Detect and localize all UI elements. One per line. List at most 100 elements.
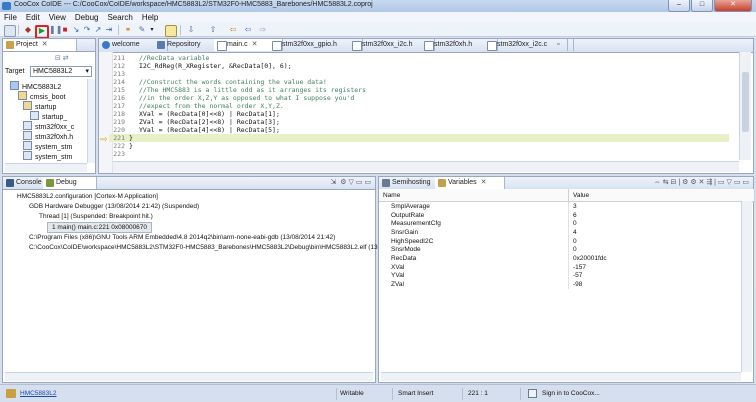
collapse-all-icon[interactable]: ⊟ ⇄: [55, 54, 69, 62]
line-number: 212: [113, 62, 125, 70]
prev-annotation-icon[interactable]: ⇧: [208, 25, 218, 35]
variable-value[interactable]: 0: [568, 219, 755, 229]
variable-name: OutputRate: [379, 210, 569, 220]
variable-row[interactable]: ZVal -98: [379, 280, 755, 289]
step-into-icon[interactable]: ↘: [71, 25, 81, 35]
sign-in-link[interactable]: Sign in to CooCox...: [542, 390, 600, 397]
close-icon[interactable]: ✕: [42, 41, 48, 48]
variable-value[interactable]: -98: [568, 280, 755, 289]
folder-icon: [10, 81, 19, 90]
vertical-scrollbar[interactable]: [741, 201, 752, 372]
overflow-icon: ▫: [557, 41, 560, 48]
build-icon[interactable]: ✎: [137, 25, 147, 35]
variable-row[interactable]: OutputRate 6: [379, 210, 755, 220]
tab-debug[interactable]: Debug: [43, 177, 97, 189]
variable-row[interactable]: XVal -157: [379, 262, 755, 272]
link-icon[interactable]: ⚭: [123, 25, 133, 35]
variable-row[interactable]: SnsrMode 0: [379, 245, 755, 255]
variable-value[interactable]: -57: [568, 271, 755, 281]
debug-tree-item[interactable]: Thread [1] (Suspended: Breakpoint hit.): [39, 212, 153, 221]
sign-in-icon: [528, 389, 537, 398]
debug-perspective-icon[interactable]: [4, 25, 16, 37]
variable-row[interactable]: MeasurementCfg 0: [379, 219, 755, 229]
close-icon[interactable]: ✕: [252, 41, 258, 48]
last-edit-icon[interactable]: ⇦: [228, 25, 238, 35]
variable-row[interactable]: RecData 0x20001fdc: [379, 254, 755, 263]
stop-icon[interactable]: ■: [60, 25, 70, 35]
variable-value[interactable]: 0x20001fdc: [568, 254, 755, 263]
forward-icon[interactable]: ⇨: [258, 25, 268, 35]
vertical-scrollbar[interactable]: [87, 79, 95, 163]
variable-name: SnsrGain: [379, 228, 569, 237]
debug-tree-item[interactable]: HMC5883L2.configuration [Cortex-M Applic…: [17, 192, 158, 201]
code-line: 214 //Construct the words containing the …: [109, 78, 729, 86]
debug-tree-item[interactable]: C:\CooCox\CoIDE\workspace\HMC5883L2\STM3…: [29, 243, 378, 252]
horizontal-scrollbar[interactable]: [5, 163, 87, 172]
column-header-value[interactable]: Value: [568, 189, 755, 202]
variable-value[interactable]: 6: [568, 210, 755, 220]
menu-search[interactable]: Search: [107, 12, 132, 23]
variable-row[interactable]: SmplAverage 3: [379, 201, 755, 211]
debug-tree-item[interactable]: GDB Hardware Debugger (13/08/2014 21:42)…: [29, 202, 199, 211]
chevron-down-icon: ▾: [85, 68, 89, 75]
horizontal-scrollbar[interactable]: [381, 372, 741, 381]
tab-project[interactable]: Project ✕: [3, 39, 77, 51]
project-status-icon: [6, 389, 16, 398]
tab-overflow[interactable]: ▫: [554, 39, 574, 51]
variable-value[interactable]: -157: [568, 262, 755, 272]
menu-view[interactable]: View: [49, 12, 66, 23]
pause-icon[interactable]: ❚❚: [49, 25, 62, 35]
c-file-icon: [487, 41, 497, 51]
variable-row[interactable]: SnsrGain 4: [379, 228, 755, 237]
close-icon[interactable]: ✕: [481, 179, 487, 186]
h-file-icon: [272, 41, 282, 51]
code-line: 218 XVal = (RecData[0]<<8) | RecData[1];: [109, 110, 729, 118]
step-over-icon[interactable]: ↷: [82, 25, 92, 35]
debug-toolbar: ◆ ▶ ❚❚ ■ ↘ ↷ ↗ ⇥ ⚭ ✎ ▾ ⇩ ⇧ ⇦ ⇦ ⇨: [0, 23, 756, 39]
variable-row[interactable]: HighSpeedI2C 0: [379, 236, 755, 246]
view-toolbar-icons[interactable]: ⇔ ⇆ ⊟ | ⚙ ⚙ ✕ ⇶ | ▭ ▽ ▭ ▭: [654, 177, 749, 189]
close-button[interactable]: ✕: [714, 0, 752, 12]
run-icon[interactable]: ▶: [35, 25, 49, 39]
folder-icon: [18, 91, 27, 100]
menu-edit[interactable]: Edit: [26, 12, 40, 23]
menu-help[interactable]: Help: [142, 12, 158, 23]
variables-panel: Semihosting Variables ✕ ⇔ ⇆ ⊟ | ⚙ ⚙ ✕ ⇶ |…: [378, 176, 755, 383]
next-annotation-icon[interactable]: ⇩: [186, 25, 196, 35]
variable-value[interactable]: 0: [568, 245, 755, 255]
tab-variables[interactable]: Variables ✕: [435, 177, 505, 189]
app-icon: [2, 2, 11, 10]
terminal-icon[interactable]: [165, 25, 177, 37]
scrollbar-thumb[interactable]: [742, 72, 749, 132]
menu-debug[interactable]: Debug: [75, 12, 99, 23]
target-select[interactable]: HMC5883L2 ▾: [30, 66, 92, 77]
tree-item-file[interactable]: system_stm: [23, 151, 72, 162]
variable-value[interactable]: 4: [568, 228, 755, 237]
variable-value[interactable]: 3: [568, 201, 755, 211]
back-icon[interactable]: ⇦: [243, 25, 253, 35]
minimize-button[interactable]: –: [668, 0, 690, 12]
editor-horizontal-scrollbar[interactable]: [113, 161, 739, 172]
menu-file[interactable]: File: [4, 12, 17, 23]
run-to-line-icon[interactable]: ⇥: [104, 25, 114, 35]
line-number: 211: [113, 54, 125, 62]
maximize-button[interactable]: □: [691, 0, 713, 12]
project-icon: [6, 41, 14, 49]
variables-table: Name Value SmplAverage 3 OutputRate 6 Measur…: [379, 189, 755, 289]
editor-vertical-scrollbar[interactable]: [739, 52, 751, 160]
folder-icon: [23, 101, 32, 110]
build-dropdown-icon[interactable]: ▾: [147, 25, 157, 35]
step-return-icon[interactable]: ↗: [93, 25, 103, 35]
variable-value[interactable]: 0: [568, 236, 755, 246]
selected-stack-frame[interactable]: 1 main() main.c:221 0x08000670: [47, 222, 153, 233]
reset-icon[interactable]: ◆: [23, 25, 33, 35]
code-area[interactable]: 211 //RecData variable 212 I2C_RdReg(R_XReg…: [109, 54, 739, 164]
debug-panel: Console Debug ⇲ ⚙ ▽ ▭ ▭ HMC5883L2.config…: [2, 176, 378, 383]
variable-row[interactable]: YVal -57: [379, 271, 755, 281]
column-header-name[interactable]: Name: [379, 189, 569, 202]
horizontal-scrollbar[interactable]: [5, 372, 373, 381]
project-link[interactable]: HMC5883L2: [20, 390, 57, 397]
file-icon: [23, 131, 32, 140]
debug-tree-item[interactable]: C:\Program Files (x86)\GNU Tools ARM Emb…: [29, 233, 335, 242]
view-menu-icon[interactable]: ⇲ ⚙ ▽ ▭ ▭: [331, 177, 371, 189]
